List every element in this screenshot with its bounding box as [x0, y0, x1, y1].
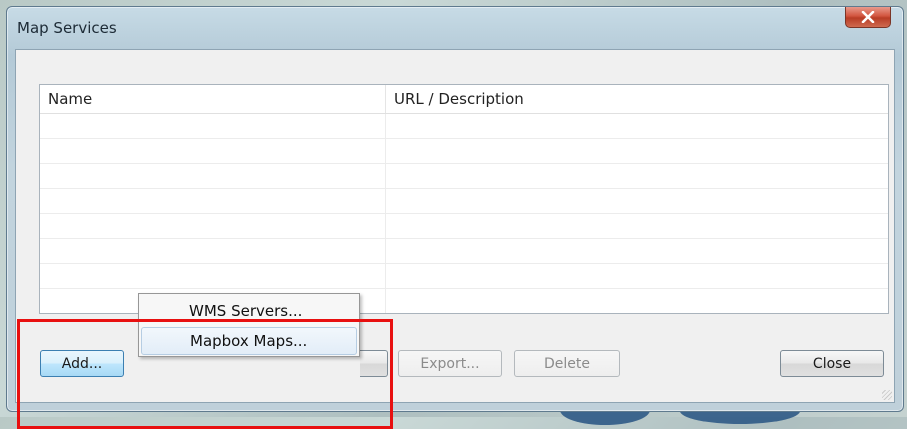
cell-url [386, 264, 888, 288]
services-table[interactable]: Name URL / Description [39, 84, 889, 314]
column-header-name[interactable]: Name [40, 85, 386, 113]
cell-url [386, 214, 888, 238]
delete-button[interactable]: Delete [514, 350, 620, 377]
table-row[interactable] [40, 189, 888, 214]
cell-name [40, 189, 386, 213]
cell-name [40, 164, 386, 188]
cell-url [386, 164, 888, 188]
hidden-button-edge[interactable] [360, 350, 388, 377]
cell-url [386, 139, 888, 163]
close-window-button[interactable] [845, 7, 891, 28]
add-button[interactable]: Add... [40, 350, 124, 377]
table-row[interactable] [40, 114, 888, 139]
resize-grip[interactable] [882, 390, 892, 400]
close-button[interactable]: Close [780, 350, 884, 377]
cell-name [40, 264, 386, 288]
cell-name [40, 139, 386, 163]
table-row[interactable] [40, 264, 888, 289]
cell-url [386, 114, 888, 138]
column-header-url[interactable]: URL / Description [386, 85, 888, 113]
cell-name [40, 239, 386, 263]
dialog-title: Map Services [17, 19, 117, 37]
cell-url [386, 189, 888, 213]
menu-item-mapbox-maps[interactable]: Mapbox Maps... [141, 327, 357, 355]
cell-name [40, 114, 386, 138]
table-row[interactable] [40, 164, 888, 189]
close-icon [861, 11, 875, 23]
table-row[interactable] [40, 139, 888, 164]
cell-name [40, 214, 386, 238]
table-row[interactable] [40, 239, 888, 264]
export-button[interactable]: Export... [398, 350, 502, 377]
menu-item-wms-servers[interactable]: WMS Servers... [141, 297, 357, 325]
table-header: Name URL / Description [40, 85, 888, 114]
add-dropdown-menu: WMS Servers... Mapbox Maps... [138, 293, 360, 357]
table-row[interactable] [40, 214, 888, 239]
title-bar[interactable]: Map Services [7, 7, 903, 49]
cell-url [386, 289, 888, 313]
cell-url [386, 239, 888, 263]
